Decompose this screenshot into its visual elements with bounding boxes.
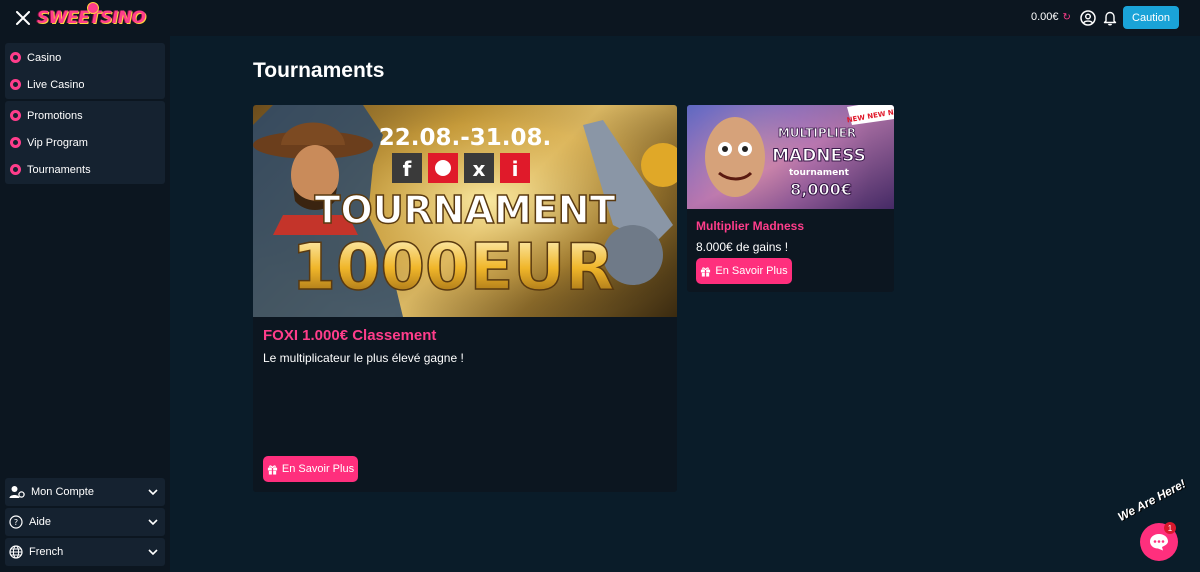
account-settings-icon [9, 486, 25, 498]
sidebar-item-language[interactable]: French [5, 538, 165, 566]
sidebar-item-casino[interactable]: Casino [5, 44, 165, 71]
banner-headline: TOURNAMENT [314, 188, 615, 232]
sidebar-item-live-casino[interactable]: Live Casino [5, 71, 165, 98]
banner-social-i: i [512, 157, 519, 181]
sidebar-item-label: Promotions [27, 109, 83, 122]
tournament-banner-image[interactable]: 22.08.-31.08. f x i TOURNAMENT 1000EUR [253, 105, 677, 317]
top-bar: SWEETSINO 0.00€ ↻ Caution [0, 0, 1200, 36]
page-scrollbar[interactable] [1196, 36, 1200, 572]
sidebar-item-help[interactable]: ? Aide [5, 508, 165, 536]
help-icon: ? [9, 515, 23, 529]
banner-line1: MULTIPLIER [778, 126, 856, 140]
sidebar: Casino Live Casino Promotions Vip Progra… [0, 36, 170, 572]
tournament-title[interactable]: Multiplier Madness [696, 219, 804, 233]
sidebar-item-label: Live Casino [27, 78, 85, 91]
tournament-card-multiplier-madness: NEW NEW NE MULTIPLIER MADNESS tournament… [687, 105, 894, 292]
globe-icon [9, 545, 23, 559]
tournament-description: Le multiplicateur le plus élevé gagne ! [263, 351, 464, 365]
sidebar-item-label: Aide [29, 516, 52, 528]
tournament-title[interactable]: FOXI 1.000€ Classement [263, 327, 436, 344]
learn-more-button[interactable]: En Savoir Plus [696, 258, 792, 284]
banner-line3: tournament [789, 168, 850, 178]
sidebar-item-label: Mon Compte [31, 486, 94, 498]
live-casino-icon [10, 79, 21, 90]
sidebar-group-games: Casino Live Casino [5, 43, 165, 99]
tournament-banner-image[interactable]: NEW NEW NE MULTIPLIER MADNESS tournament… [687, 105, 894, 209]
banner-prize: 8,000€ [790, 180, 852, 199]
casino-chip-icon [10, 52, 21, 63]
gift-icon [701, 266, 711, 277]
notification-bell-icon[interactable] [1103, 10, 1117, 26]
banner-dates: 22.08.-31.08. [379, 125, 552, 151]
user-profile-icon[interactable] [1080, 10, 1096, 26]
balance-display[interactable]: 0.00€ ↻ [1031, 11, 1071, 23]
chevron-down-icon [148, 549, 158, 556]
chat-bubble-icon [1150, 534, 1168, 551]
sidebar-item-tournaments[interactable]: Tournaments [5, 156, 165, 183]
sidebar-group-rewards: Promotions Vip Program Tournaments [5, 101, 165, 184]
balance-amount: 0.00€ [1031, 11, 1059, 23]
chat-unread-badge: 1 [1164, 522, 1176, 534]
vip-icon [10, 137, 21, 148]
deposit-button[interactable]: Caution [1123, 6, 1179, 29]
tournament-description: 8.000€ de gains ! [696, 240, 789, 254]
chat-tagline: We Are Here! [1115, 476, 1188, 524]
banner-social-f: f [403, 157, 412, 181]
tournament-card-foxi: 22.08.-31.08. f x i TOURNAMENT 1000EUR F… [253, 105, 677, 492]
tournaments-icon [10, 164, 21, 175]
page-title: Tournaments [253, 59, 385, 82]
gift-icon [267, 464, 278, 475]
sidebar-item-label: French [29, 546, 64, 558]
chevron-down-icon [148, 489, 158, 496]
sidebar-item-label: Tournaments [27, 163, 91, 176]
close-icon[interactable] [13, 8, 33, 28]
live-chat-widget[interactable]: We Are Here! 1 [1115, 477, 1200, 572]
brand-logo[interactable]: SWEETSINO [37, 2, 146, 32]
learn-more-button[interactable]: En Savoir Plus [263, 456, 358, 482]
sidebar-item-my-account[interactable]: Mon Compte [5, 478, 165, 506]
banner-prize: 1000EUR [291, 231, 614, 305]
sidebar-item-promotions[interactable]: Promotions [5, 102, 165, 129]
sidebar-item-label: Vip Program [27, 136, 88, 149]
banner-social-x: x [473, 157, 486, 181]
svg-text:?: ? [14, 518, 18, 527]
logo-candy-icon [87, 2, 99, 14]
banner-line2: MADNESS [772, 146, 866, 166]
learn-more-label: En Savoir Plus [281, 463, 355, 475]
sidebar-item-vip-program[interactable]: Vip Program [5, 129, 165, 156]
learn-more-label: En Savoir Plus [715, 265, 788, 277]
promotions-icon [10, 110, 21, 121]
refresh-icon[interactable]: ↻ [1063, 12, 1071, 23]
sidebar-item-label: Casino [27, 51, 62, 64]
chevron-down-icon [148, 519, 158, 526]
